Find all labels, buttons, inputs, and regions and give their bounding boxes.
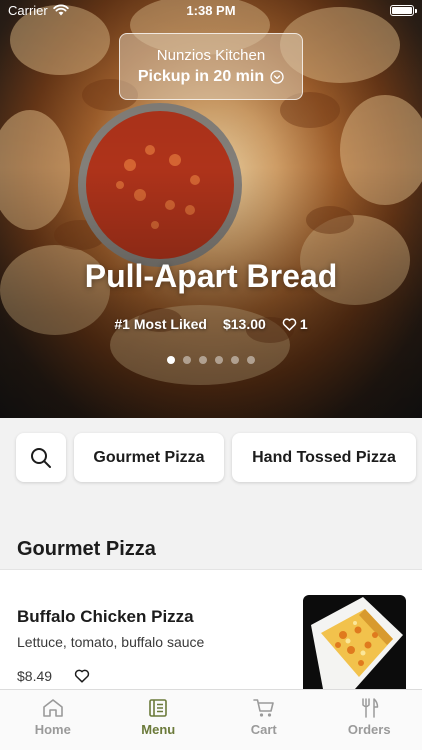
carousel-dot[interactable] [199, 356, 207, 364]
tab-home[interactable]: Home [0, 690, 106, 750]
tab-label: Orders [347, 722, 391, 737]
category-chip-hand-tossed-pizza[interactable]: Hand Tossed Pizza [232, 433, 416, 482]
heart-icon[interactable] [282, 317, 297, 331]
carousel-dot[interactable] [167, 356, 175, 364]
search-button[interactable] [16, 433, 66, 482]
status-bar: Carrier 1:38 PM [0, 0, 422, 22]
menu-item-card[interactable]: Buffalo Chicken Pizza Lettuce, tomato, b… [0, 571, 422, 689]
restaurant-name: Nunzios Kitchen [156, 47, 266, 64]
hero-banner[interactable]: Carrier 1:38 PM Nunzios Kitchen Pickup i… [0, 0, 422, 418]
battery-icon [390, 5, 417, 16]
pizza-slice-image [311, 597, 403, 689]
home-icon [42, 699, 63, 717]
carousel-dot[interactable] [231, 356, 239, 364]
utensils-icon [362, 698, 379, 718]
tab-menu[interactable]: Menu [106, 690, 212, 750]
item-price: $8.49 [17, 668, 53, 684]
heart-icon[interactable] [74, 668, 90, 683]
hero-title: Pull-Apart Bread [84, 258, 338, 294]
menu-icon [149, 699, 168, 717]
tab-cart[interactable]: Cart [211, 690, 317, 750]
chevron-down-circle-icon [270, 70, 284, 84]
tab-bar: Home Menu Cart Orders [0, 689, 422, 750]
category-chip-gourmet-pizza[interactable]: Gourmet Pizza [74, 433, 224, 482]
cart-icon [252, 699, 274, 717]
search-icon [31, 447, 51, 468]
hero-likes: 1 [299, 316, 308, 332]
hero-meta: #1 Most Liked $13.00 1 [0, 316, 422, 332]
tab-label: Menu [141, 722, 176, 737]
section-title: Gourmet Pizza [17, 538, 156, 560]
hero-badge: #1 Most Liked [114, 316, 207, 332]
pickup-selector[interactable]: Nunzios Kitchen Pickup in 20 min [119, 33, 303, 100]
carousel-dot[interactable] [183, 356, 191, 364]
item-image[interactable] [303, 595, 406, 689]
status-time: 1:38 PM [186, 3, 236, 18]
item-description: Lettuce, tomato, buffalo sauce [17, 634, 205, 650]
carousel-dots[interactable] [0, 356, 422, 364]
hero-price: $13.00 [222, 316, 266, 332]
item-name: Buffalo Chicken Pizza [17, 607, 194, 626]
category-bar: Gourmet Pizza Hand Tossed Pizza [0, 418, 422, 500]
section-header: Gourmet Pizza [0, 500, 422, 570]
tab-label: Home [34, 722, 71, 737]
tab-label: Cart [250, 722, 277, 737]
carousel-dot[interactable] [215, 356, 223, 364]
tab-orders[interactable]: Orders [317, 690, 422, 750]
pickup-time-label: Pickup in 20 min [137, 68, 265, 85]
carousel-dot[interactable] [247, 356, 255, 364]
